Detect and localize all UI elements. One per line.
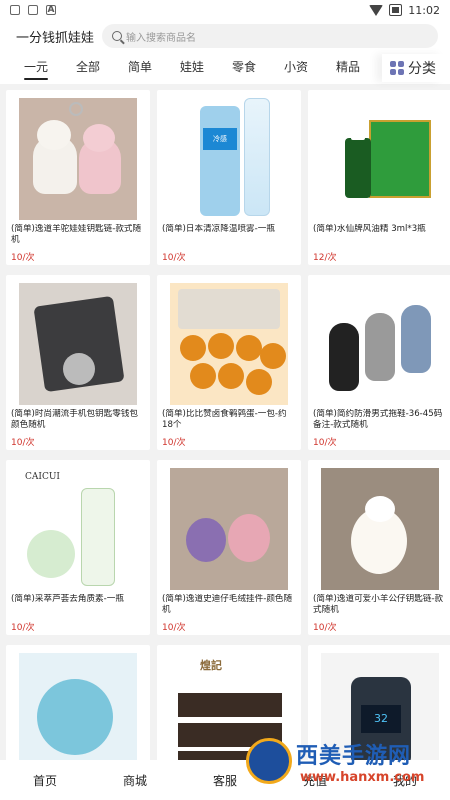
status-time: 11:02 xyxy=(408,3,440,17)
product-image xyxy=(321,98,439,220)
search-placeholder: 输入搜索商品名 xyxy=(126,32,197,44)
product-price: 10/次 xyxy=(162,623,186,633)
product-image xyxy=(321,283,439,405)
product-name: (简单)逸道羊驼娃娃钥匙链-款式随机 xyxy=(11,224,142,245)
product-image-text: 32 xyxy=(361,705,401,733)
a-icon: A xyxy=(46,5,56,15)
product-name: (简单)采萃芦荟去角质素-一瓶 xyxy=(11,594,124,604)
product-grid: (简单)逸道羊驼娃娃钥匙链-款式随机 10/次 冷感 (简单)日本清凉降温喷雾-… xyxy=(6,90,450,760)
product-price: 10/次 xyxy=(11,623,35,633)
product-card[interactable]: (简单)简约防滑男式拖鞋-36-45码备注-款式随机 10/次 xyxy=(308,275,450,450)
product-price: 10/次 xyxy=(313,623,337,633)
product-price: 12/次 xyxy=(313,253,337,263)
tab-yiyuan[interactable]: 一元 xyxy=(10,52,62,84)
app-title: 一分钱抓娃娃 xyxy=(16,30,95,46)
product-list[interactable]: (简单)逸道羊驼娃娃钥匙链-款式随机 10/次 冷感 (简单)日本清凉降温喷雾-… xyxy=(0,84,450,760)
product-image xyxy=(19,653,137,760)
grid-icon xyxy=(390,61,404,75)
product-card[interactable]: 冷感 (简单)日本清凉降温喷雾-一瓶 10/次 xyxy=(157,90,301,265)
product-image: CAICUI xyxy=(19,468,137,590)
wifi-icon xyxy=(369,4,384,16)
product-price: 10/次 xyxy=(11,253,35,263)
product-price: 10/次 xyxy=(313,438,337,448)
product-card[interactable]: (简单)时尚潮流手机包钥匙零钱包颜色随机 10/次 xyxy=(6,275,150,450)
category-tabs: 一元 全部 简单 娃娃 零食 小资 精品 分类 xyxy=(0,52,450,84)
product-card[interactable]: CAICUI (简单)采萃芦荟去角质素-一瓶 10/次 xyxy=(6,460,150,635)
product-image xyxy=(19,283,137,405)
product-card[interactable]: (简单)比比赞卤食鹌鹑蛋-一包-约18个 10/次 xyxy=(157,275,301,450)
product-card[interactable]: (简单)逸道羊驼娃娃钥匙链-款式随机 10/次 xyxy=(6,90,150,265)
product-image-text: 冷感 xyxy=(203,128,237,150)
nav-home[interactable]: 首页 xyxy=(10,772,80,789)
product-name: (简单)日本清凉降温喷雾-一瓶 xyxy=(162,224,275,234)
product-card[interactable] xyxy=(6,645,150,760)
product-name: (简单)逸道史迪仔毛绒挂件-颜色随机 xyxy=(162,594,293,615)
status-icons-right: 11:02 xyxy=(369,4,440,17)
category-button-label: 分类 xyxy=(408,61,436,77)
tab-xiaozi[interactable]: 小资 xyxy=(270,52,322,84)
product-image xyxy=(19,98,137,220)
product-name: (简单)时尚潮流手机包钥匙零钱包颜色随机 xyxy=(11,409,139,430)
tab-jiandan[interactable]: 简单 xyxy=(114,52,166,84)
watermark-logo-icon xyxy=(246,738,292,784)
watermark-url: www.hanxm.com xyxy=(300,770,425,785)
product-card[interactable]: (简单)逸道史迪仔毛绒挂件-颜色随机 10/次 xyxy=(157,460,301,635)
product-name: (简单)逸道可爱小羊公仔钥匙链-款式随机 xyxy=(313,594,444,615)
product-card[interactable]: (简单)逸道可爱小羊公仔钥匙链-款式随机 10/次 xyxy=(308,460,450,635)
product-image xyxy=(170,283,288,405)
product-image: 冷感 xyxy=(170,98,288,220)
product-price: 10/次 xyxy=(162,438,186,448)
gallery-icon xyxy=(28,5,38,15)
watermark-title: 西美手游网 xyxy=(296,744,412,769)
search-icon xyxy=(112,31,123,41)
product-price: 10/次 xyxy=(162,253,186,263)
notification-icon xyxy=(10,5,20,15)
tab-lingshi[interactable]: 零食 xyxy=(218,52,270,84)
tab-wawa[interactable]: 娃娃 xyxy=(166,52,218,84)
category-button[interactable]: 分类 xyxy=(382,54,444,82)
product-name: (简单)比比赞卤食鹌鹑蛋-一包-约18个 xyxy=(162,409,287,430)
status-bar: A 11:02 xyxy=(0,0,450,20)
product-price: 10/次 xyxy=(11,438,35,448)
tab-jingpin[interactable]: 精品 xyxy=(322,52,374,84)
product-image-text: 煌記 xyxy=(200,659,222,672)
header: 一分钱抓娃娃 输入搜索商品名 xyxy=(0,20,450,52)
search-input[interactable]: 输入搜索商品名 xyxy=(102,24,438,48)
nav-mall[interactable]: 商城 xyxy=(100,772,170,789)
watermark: 西美手游网 www.hanxm.com xyxy=(246,732,442,796)
product-name: (简单)简约防滑男式拖鞋-36-45码备注-款式随机 xyxy=(313,409,443,430)
status-icons-left: A xyxy=(10,5,56,15)
product-card[interactable]: (简单)水仙牌风油精 3ml*3瓶 12/次 xyxy=(308,90,450,265)
product-image xyxy=(170,468,288,590)
product-image xyxy=(321,468,439,590)
product-image-text: CAICUI xyxy=(25,472,60,482)
app-screen: A 11:02 一分钱抓娃娃 输入搜索商品名 一元 全部 简单 娃娃 零食 小资… xyxy=(0,0,450,800)
battery-icon xyxy=(389,4,403,16)
product-name: (简单)水仙牌风油精 3ml*3瓶 xyxy=(313,224,426,234)
tab-quanbu[interactable]: 全部 xyxy=(62,52,114,84)
